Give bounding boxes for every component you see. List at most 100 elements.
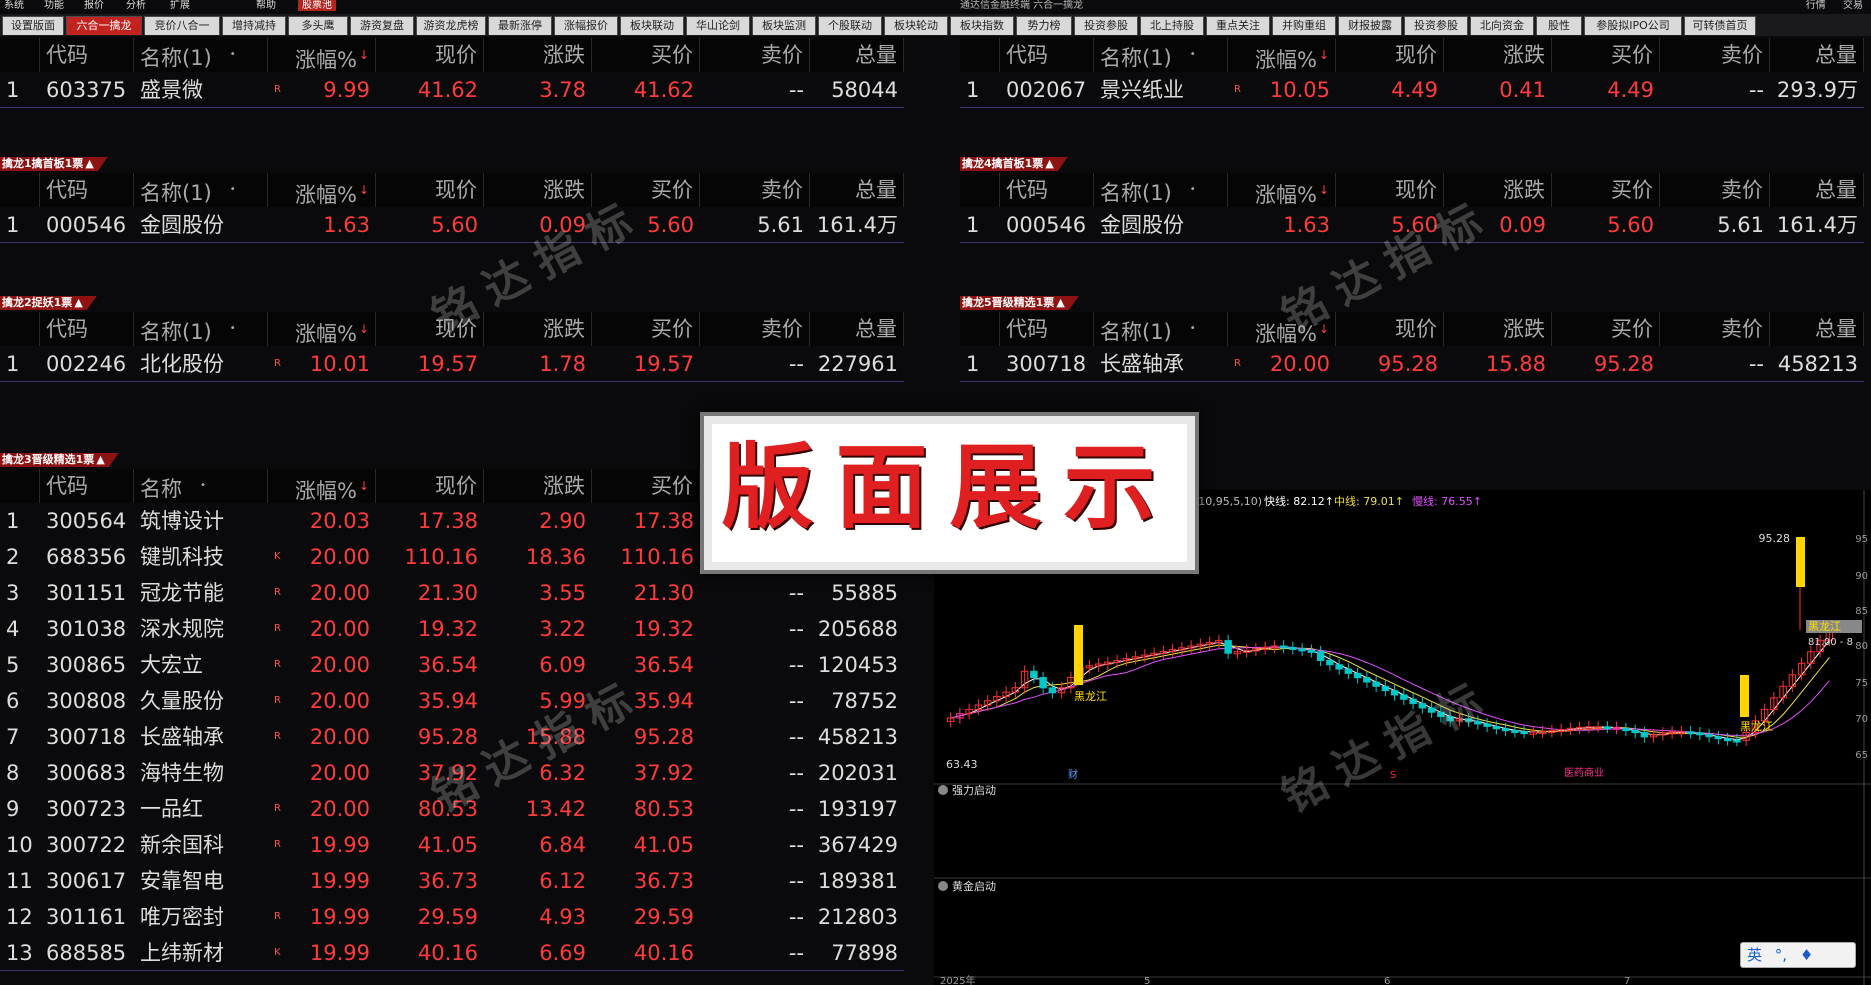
tab-0[interactable]: 设置版面 [2,16,64,35]
column-header[interactable]: 买价 [592,469,700,503]
column-header[interactable]: 涨幅% ↓ [268,173,376,207]
panel-title[interactable]: 擒龙3晋级精选1票 ▲ [0,453,119,467]
column-header[interactable]: 涨幅% ↓ [268,312,376,346]
table-row[interactable]: 10 300722 新余国科 19.99 41.05 6.84 41.05 -- 367429 R [0,828,904,862]
filter-dot-icon[interactable]: • [230,323,236,334]
menu-help[interactable]: 帮助 [256,0,276,11]
column-header[interactable]: 涨跌 [484,173,592,207]
menu-trade[interactable]: 交易 [1843,0,1863,11]
tab-8[interactable]: 涨幅报价 [554,16,618,35]
column-header[interactable]: 名称(1) • [1094,173,1228,207]
table-row[interactable]: 5 300865 大宏立 20.00 36.54 6.09 36.54 -- 120453 R [0,648,904,682]
column-header[interactable]: 代码 [1000,38,1094,72]
column-header[interactable]: 代码 [1000,312,1094,346]
indicator-toggle-icon[interactable] [938,881,948,891]
tab-9[interactable]: 板块联动 [620,16,684,35]
table-row[interactable]: 1 603375 盛景微 9.99 41.62 3.78 41.62 -- 58044 R [0,73,904,107]
ime-mic-icon[interactable]: ♦ [1800,946,1813,964]
column-header[interactable]: 总量 [1770,173,1864,207]
tab-5[interactable]: 游资复盘 [350,16,414,35]
panel-title[interactable]: 擒龙5晋级精选1票 ▲ [960,296,1079,310]
table-row[interactable]: 12 301161 唯万密封 19.99 29.59 4.93 29.59 -- 212803 R [0,900,904,934]
column-header[interactable]: 涨跌 [1444,38,1552,72]
panel-title[interactable]: 擒龙4擒首板1票 ▲ [960,157,1068,171]
menu-analysis[interactable]: 分析 [126,0,146,11]
column-header[interactable]: 卖价 [700,173,810,207]
panel-title[interactable]: 擒龙1擒首板1票 ▲ [0,157,108,171]
tab-20[interactable]: 财报披露 [1338,16,1402,35]
menu-stock-pool[interactable]: 股票池 [298,0,336,11]
ime-lang[interactable]: 英 [1747,946,1762,964]
column-header[interactable]: 卖价 [700,38,810,72]
column-header[interactable]: 名称(1) • [1094,312,1228,346]
column-header[interactable]: 总量 [810,38,904,72]
tab-10[interactable]: 华山论剑 [686,16,750,35]
tab-6[interactable]: 游资龙虎榜 [416,16,486,35]
filter-dot-icon[interactable]: • [230,49,236,60]
table-row[interactable]: 1 300718 长盛轴承 20.00 95.28 15.88 95.28 -- 458213 R [960,347,1864,381]
column-header[interactable]: 总量 [810,173,904,207]
tab-13[interactable]: 板块轮动 [884,16,948,35]
column-header[interactable]: 卖价 [1660,173,1770,207]
column-header[interactable]: 总量 [810,312,904,346]
filter-dot-icon[interactable]: • [1190,49,1196,60]
column-header[interactable]: 现价 [1336,38,1444,72]
collapse-arrow-icon[interactable]: ▲ [1056,296,1064,309]
column-header[interactable]: 涨跌 [484,469,592,503]
sort-desc-icon[interactable]: ↓ [1319,183,1329,197]
indicator-title-1[interactable]: 强力启动 [938,784,996,798]
column-header[interactable]: 代码 [40,38,134,72]
sort-desc-icon[interactable]: ↓ [359,322,369,336]
column-header[interactable]: 代码 [40,469,134,503]
collapse-arrow-icon[interactable]: ▲ [85,157,93,170]
tab-4[interactable]: 多头鹰 [288,16,348,35]
filter-dot-icon[interactable]: • [1190,323,1196,334]
collapse-arrow-icon[interactable]: ▲ [1045,157,1053,170]
column-header[interactable]: 卖价 [1660,38,1770,72]
tab-14[interactable]: 板块指数 [950,16,1014,35]
column-header[interactable]: 涨跌 [1444,312,1552,346]
collapse-arrow-icon[interactable]: ▲ [96,453,104,466]
column-header[interactable]: 买价 [592,312,700,346]
column-header[interactable]: 现价 [1336,173,1444,207]
tab-11[interactable]: 板块监测 [752,16,816,35]
column-header[interactable]: 涨幅% ↓ [1228,38,1336,72]
column-header[interactable]: 买价 [1552,173,1660,207]
sort-desc-icon[interactable]: ↓ [1319,48,1329,62]
column-header[interactable]: 名称(1) • [134,312,268,346]
column-header[interactable]: 名称(1) • [134,173,268,207]
tab-3[interactable]: 增持减持 [222,16,286,35]
tab-12[interactable]: 个股联动 [818,16,882,35]
column-header[interactable]: 涨跌 [484,38,592,72]
column-header[interactable]: 涨幅% ↓ [268,38,376,72]
indicator-title-2[interactable]: 黄金启动 [938,880,996,894]
table-row[interactable]: 13 688585 上纬新材 19.99 40.16 6.69 40.16 -- 77898 K [0,936,904,970]
menu-function[interactable]: 功能 [44,0,64,11]
collapse-arrow-icon[interactable]: ▲ [74,296,82,309]
column-header[interactable]: 买价 [1552,38,1660,72]
tab-18[interactable]: 重点关注 [1206,16,1270,35]
table-row[interactable]: 3 301151 冠龙节能 20.00 21.30 3.55 21.30 -- 55885 R [0,576,904,610]
tab-1[interactable]: 六合一擒龙 [66,16,142,35]
tab-7[interactable]: 最新涨停 [488,16,552,35]
sort-desc-icon[interactable]: ↓ [359,479,369,493]
column-header[interactable]: 买价 [592,38,700,72]
column-header[interactable]: 总量 [1770,312,1864,346]
column-header[interactable]: 名称 • [134,469,268,503]
tab-25[interactable]: 可转债首页 [1684,16,1756,35]
column-header[interactable]: 现价 [376,173,484,207]
column-header[interactable]: 代码 [40,312,134,346]
menu-extend[interactable]: 扩展 [170,0,190,11]
indicator-toggle-icon[interactable] [938,785,948,795]
ime-toolbar[interactable]: 英 °, ♦ [1740,942,1856,968]
tab-24[interactable]: 参股拟IPO公司 [1584,16,1682,35]
panel-title[interactable]: 擒龙2捉妖1票 ▲ [0,296,97,310]
filter-dot-icon[interactable]: • [230,184,236,195]
column-header[interactable]: 涨幅% ↓ [1228,173,1336,207]
column-header[interactable]: 总量 [1770,38,1864,72]
table-row[interactable]: 6 300808 久量股份 20.00 35.94 5.99 35.94 -- 78752 R [0,684,904,718]
tab-22[interactable]: 北向资金 [1470,16,1534,35]
tab-15[interactable]: 势力榜 [1016,16,1072,35]
tab-19[interactable]: 并购重组 [1272,16,1336,35]
table-row[interactable]: 1 000546 金圆股份 1.63 5.60 0.09 5.60 5.61 161.4万 [0,208,904,242]
